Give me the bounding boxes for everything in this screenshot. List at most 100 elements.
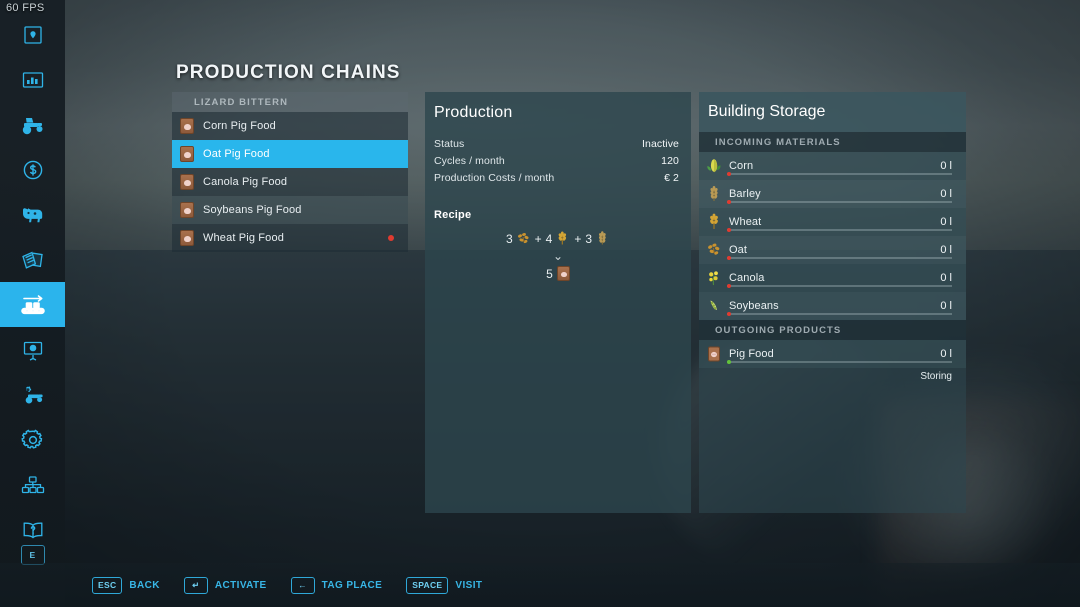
storage-item-label: Barley <box>729 188 940 200</box>
hint-back[interactable]: ESC BACK <box>92 577 160 594</box>
storage-item-label: Oat <box>729 244 940 256</box>
sidebar-item-map-marker[interactable] <box>0 12 65 57</box>
pig-food-icon <box>180 118 194 134</box>
recipe-input-oat: 3 <box>506 231 531 246</box>
list-item-label: Canola Pig Food <box>203 176 287 188</box>
sidebar-item-vehicles[interactable] <box>0 102 65 147</box>
list-item-corn-pig-food[interactable]: Corn Pig Food <box>172 112 408 140</box>
storage-item-label: Pig Food <box>729 348 940 360</box>
barley-icon <box>595 231 610 246</box>
outgoing-products-header: OUTGOING PRODUCTS <box>699 320 966 340</box>
recipe-inputs: 3 + 4 <box>425 231 691 246</box>
sidebar-item-settings[interactable] <box>0 417 65 462</box>
storage-fill-bar <box>727 361 952 363</box>
building-storage-panel: Building Storage INCOMING MATERIALS Corn… <box>699 92 966 513</box>
stat-row-status: Status Inactive <box>434 135 679 152</box>
sidebar-item-construction[interactable] <box>0 327 65 372</box>
sidebar-item-finances[interactable] <box>0 147 65 192</box>
storage-row-oat[interactable]: Oat 0 l <box>699 236 966 264</box>
tractor-icon <box>19 114 47 136</box>
storage-item-value: 0 l <box>940 272 952 284</box>
barley-icon <box>706 185 722 203</box>
page-title: PRODUCTION CHAINS <box>176 62 401 84</box>
sidebar-item-production-chains[interactable] <box>0 282 65 327</box>
list-item-oat-pig-food[interactable]: Oat Pig Food <box>172 140 408 168</box>
network-nodes-icon <box>20 474 46 496</box>
hint-tag-place[interactable]: ← TAG PLACE <box>291 577 383 594</box>
sidebar-bottom: E <box>0 545 65 565</box>
storage-fill-bar <box>727 313 952 315</box>
sidebar-item-animals[interactable] <box>0 192 65 237</box>
hint-label: ACTIVATE <box>215 580 267 591</box>
sidebar-item-multiplayer[interactable] <box>0 462 65 507</box>
list-item-soybeans-pig-food[interactable]: Soybeans Pig Food <box>172 196 408 224</box>
stat-label: Production Costs / month <box>434 172 554 184</box>
key-esc-icon: ESC <box>92 577 122 594</box>
tractor-gear-icon <box>19 384 47 406</box>
storage-item-label: Canola <box>729 272 940 284</box>
storage-row-corn[interactable]: Corn 0 l <box>699 152 966 180</box>
storage-item-value: 0 l <box>940 348 952 360</box>
storage-row-wheat[interactable]: Wheat 0 l <box>699 208 966 236</box>
sidebar-item-vehicle-config[interactable] <box>0 372 65 417</box>
status-badge <box>727 172 731 176</box>
stat-value: 120 <box>661 155 679 167</box>
storage-fill-bar <box>727 285 952 287</box>
list-group-header: LIZARD BITTERN <box>172 92 408 112</box>
list-item-label: Wheat Pig Food <box>203 232 284 244</box>
sidebar: E <box>0 0 65 607</box>
production-panel: Production Status Inactive Cycles / mont… <box>425 92 691 513</box>
hint-visit[interactable]: SPACE VISIT <box>406 577 482 594</box>
pig-food-icon <box>706 345 722 363</box>
stats-chart-icon <box>21 69 45 91</box>
hint-label: TAG PLACE <box>322 580 383 591</box>
chevron-down-icon: ⌄ <box>425 250 691 262</box>
pig-food-icon <box>180 202 194 218</box>
incoming-materials-header: INCOMING MATERIALS <box>699 132 966 152</box>
status-badge <box>727 256 731 260</box>
key-space-icon: SPACE <box>406 577 448 594</box>
storage-item-value: 0 l <box>940 300 952 312</box>
gear-icon <box>21 428 45 452</box>
stat-label: Cycles / month <box>434 155 505 167</box>
corn-icon <box>706 157 722 175</box>
status-badge <box>727 284 731 288</box>
storage-row-canola[interactable]: Canola 0 l <box>699 264 966 292</box>
pig-food-icon <box>557 266 570 281</box>
pig-food-icon <box>180 174 194 190</box>
status-badge <box>727 200 731 204</box>
storage-item-value: 0 l <box>940 216 952 228</box>
list-item-canola-pig-food[interactable]: Canola Pig Food <box>172 168 408 196</box>
canola-icon <box>706 269 722 287</box>
list-item-label: Soybeans Pig Food <box>203 204 302 216</box>
list-item-label: Corn Pig Food <box>203 120 276 132</box>
storage-item-value: 0 l <box>940 244 952 256</box>
status-badge <box>388 235 394 241</box>
status-badge <box>727 360 731 364</box>
storage-mode-note: Storing <box>699 368 966 382</box>
stat-value: Inactive <box>642 138 679 150</box>
production-stats: Status Inactive Cycles / month 120 Produ… <box>425 135 691 186</box>
storage-item-label: Soybeans <box>729 300 940 312</box>
pig-food-icon <box>180 146 194 162</box>
hint-label: VISIT <box>455 580 482 591</box>
storage-row-soybeans[interactable]: Soybeans 0 l <box>699 292 966 320</box>
documents-icon <box>20 249 46 271</box>
storage-fill-bar <box>727 201 952 203</box>
conveyor-icon <box>18 293 48 317</box>
key-e-icon[interactable]: E <box>21 545 45 565</box>
sidebar-item-contracts[interactable] <box>0 237 65 282</box>
sidebar-item-statistics[interactable] <box>0 57 65 102</box>
hint-activate[interactable]: ↵ ACTIVATE <box>184 577 267 594</box>
recipe-body: 3 + 4 <box>425 231 691 281</box>
key-enter-icon: ↵ <box>184 577 208 594</box>
storage-row-pig-food[interactable]: Pig Food 0 l <box>699 340 966 368</box>
list-item-wheat-pig-food[interactable]: Wheat Pig Food <box>172 224 408 252</box>
wheat-icon <box>555 231 570 246</box>
storage-row-barley[interactable]: Barley 0 l <box>699 180 966 208</box>
storage-item-label: Corn <box>729 160 940 172</box>
oat-icon <box>706 241 722 259</box>
footer-hints: ESC BACK ↵ ACTIVATE ← TAG PLACE SPACE VI… <box>0 563 1080 607</box>
status-badge <box>727 228 731 232</box>
oat-icon <box>516 231 531 246</box>
